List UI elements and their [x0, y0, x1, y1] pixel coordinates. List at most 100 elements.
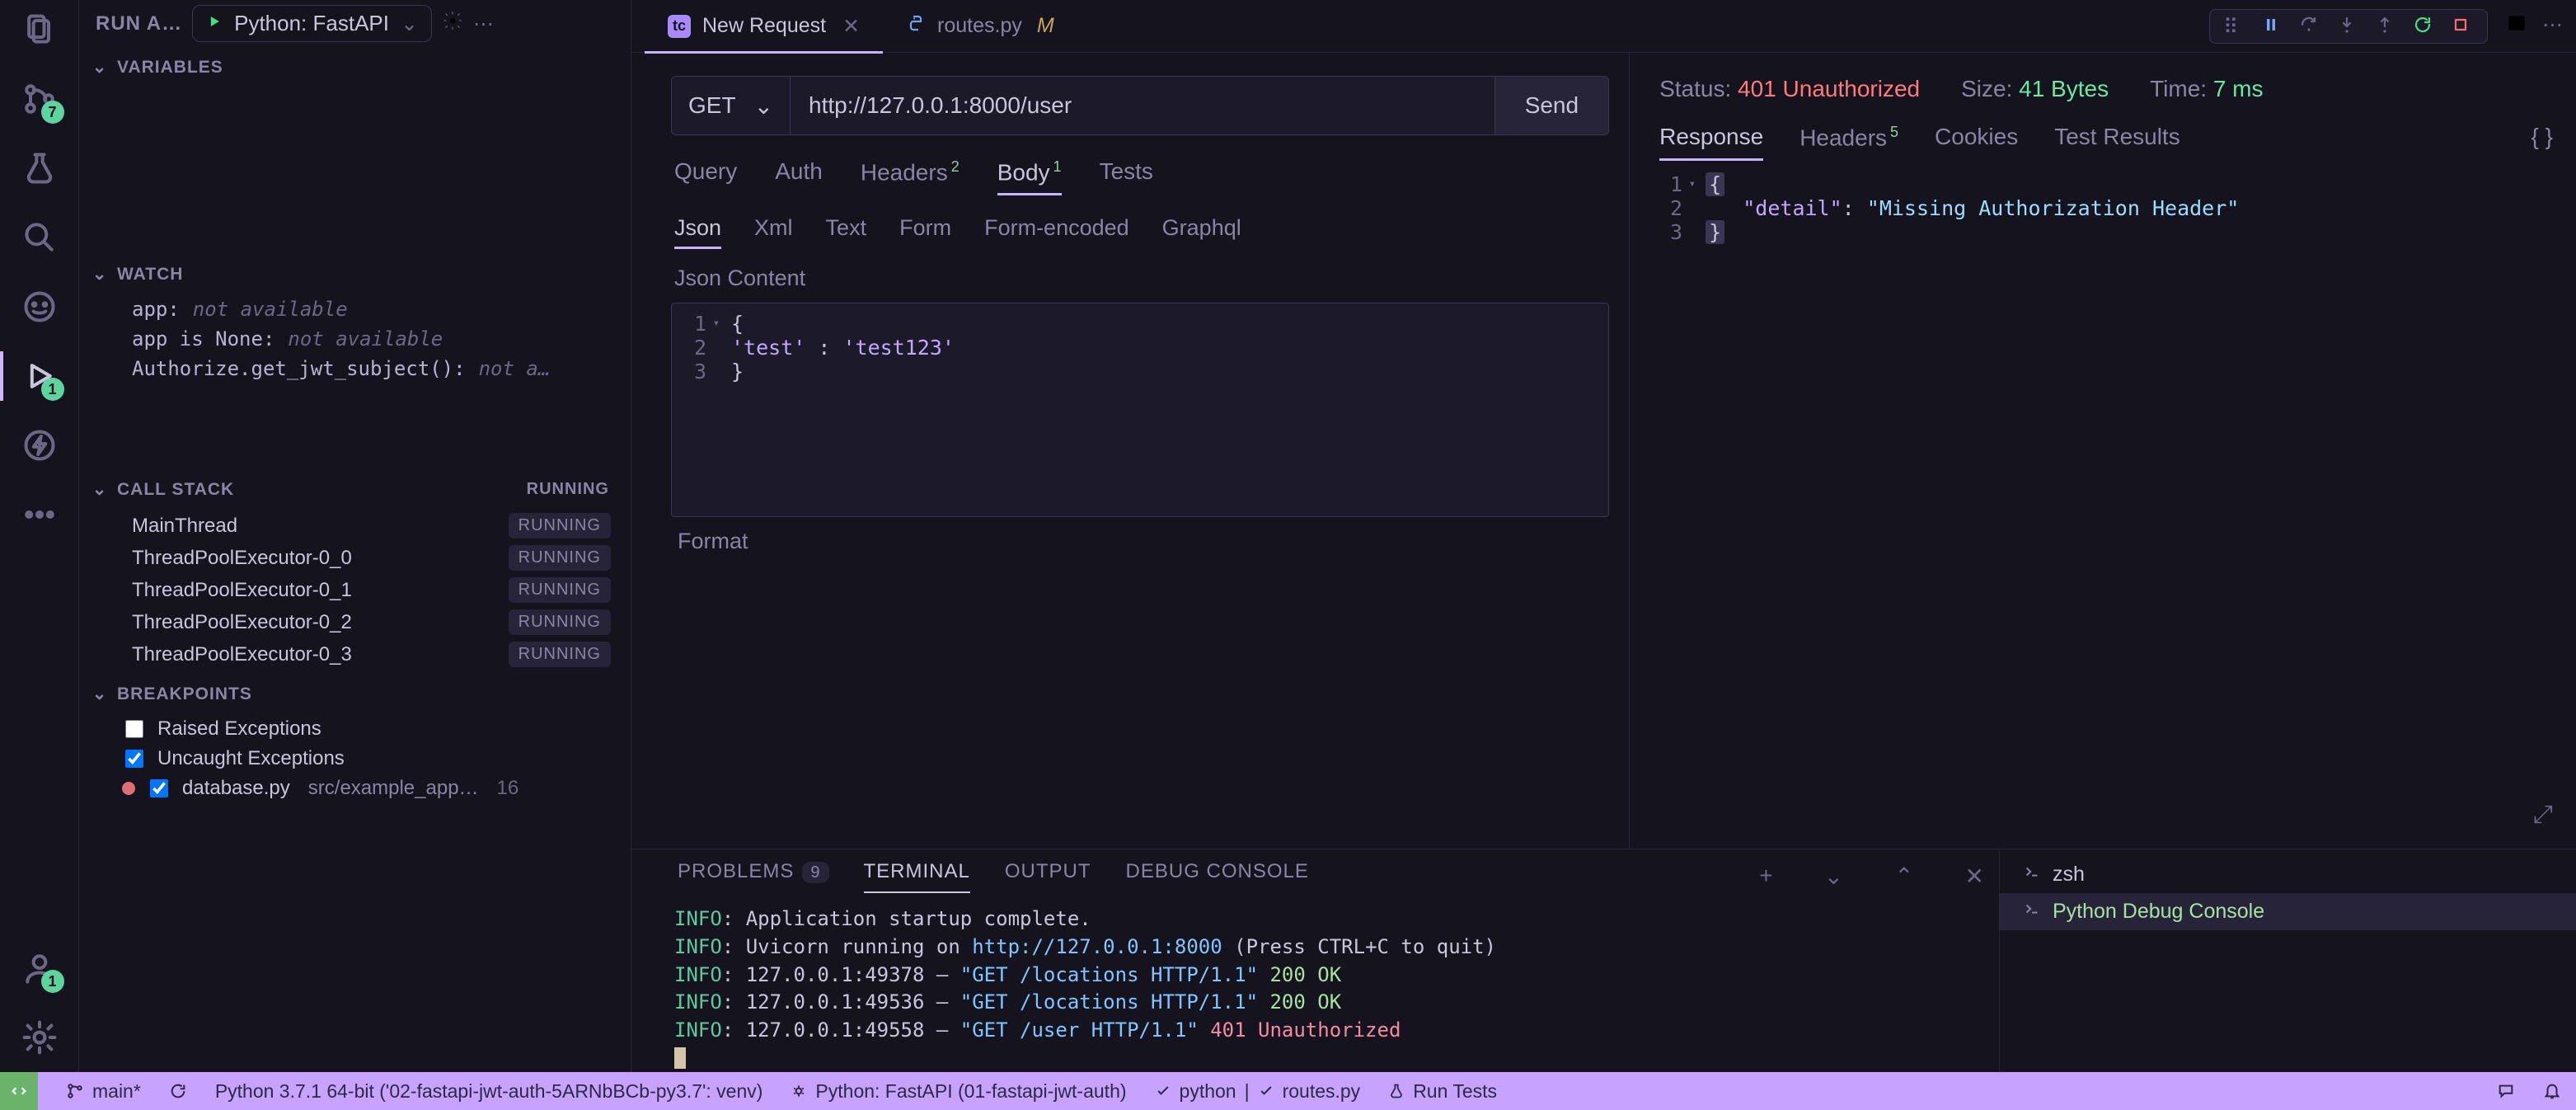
- terminal-sessions: zsh Python Debug Console: [1999, 849, 2576, 1072]
- step-out-icon[interactable]: [2375, 15, 2398, 38]
- remote-indicator[interactable]: [0, 1072, 38, 1110]
- body-type-tab[interactable]: Json: [674, 215, 721, 249]
- method-select[interactable]: GET ⌄: [671, 76, 791, 135]
- callstack-header[interactable]: ⌄ CALL STACK RUNNING: [79, 473, 631, 506]
- more-icon[interactable]: ⋯: [473, 12, 494, 36]
- restart-icon[interactable]: [2413, 15, 2436, 38]
- response-tab[interactable]: Headers5: [1799, 124, 1898, 161]
- more-icon[interactable]: ⋯: [2542, 12, 2563, 40]
- response-status-row: Status: 401 Unauthorized Size: 41 Bytes …: [1659, 76, 2553, 102]
- response-tab[interactable]: Cookies: [1935, 124, 2018, 161]
- response-pane: Status: 401 Unauthorized Size: 41 Bytes …: [1630, 53, 2576, 849]
- run-badge: 1: [41, 378, 64, 401]
- gear-icon[interactable]: [442, 10, 463, 37]
- request-tab[interactable]: Auth: [775, 158, 823, 195]
- accounts-icon[interactable]: 1: [16, 945, 63, 991]
- step-over-icon[interactable]: [2299, 15, 2322, 38]
- stop-icon[interactable]: [2451, 15, 2474, 38]
- url-input[interactable]: [791, 76, 1495, 135]
- watch-item[interactable]: app: not available: [79, 294, 631, 324]
- breakpoint-checkbox[interactable]: [150, 779, 168, 797]
- explorer-icon[interactable]: [16, 7, 63, 53]
- run-tests[interactable]: Run Tests: [1388, 1080, 1497, 1103]
- plus-icon[interactable]: +: [1751, 863, 1781, 889]
- format-link[interactable]: Format: [671, 517, 1609, 554]
- pause-icon[interactable]: [2261, 15, 2284, 38]
- run-config-select[interactable]: Python: FastAPI ⌄: [192, 5, 432, 42]
- body-type-tab[interactable]: Form-encoded: [984, 215, 1129, 249]
- body-type-tab[interactable]: Xml: [754, 215, 793, 249]
- settings-icon[interactable]: [16, 1014, 63, 1061]
- breakpoint-item[interactable]: Raised Exceptions: [79, 714, 631, 744]
- python-icon: [906, 13, 926, 39]
- panel-tab[interactable]: PROBLEMS9: [678, 860, 829, 891]
- git-branch[interactable]: main*: [66, 1080, 141, 1103]
- watch-item[interactable]: Authorize.get_jwt_subject(): not a…: [79, 354, 631, 383]
- callstack-item[interactable]: ThreadPoolExecutor-0_3RUNNING: [79, 638, 631, 670]
- breakpoint-checkbox[interactable]: [125, 720, 143, 738]
- request-tab[interactable]: Tests: [1100, 158, 1153, 195]
- request-tab[interactable]: Body1: [997, 158, 1062, 195]
- more-icon[interactable]: [16, 492, 63, 538]
- breakpoint-item[interactable]: database.pysrc/example_app…16: [79, 774, 631, 803]
- expand-icon[interactable]: ⤢: [2533, 801, 2553, 829]
- watch-item[interactable]: app is None: not available: [79, 324, 631, 354]
- body-type-tab[interactable]: Form: [899, 215, 951, 249]
- chevron-up-icon[interactable]: ⌃: [1886, 863, 1921, 890]
- terminal-output[interactable]: INFO: Application startup complete.INFO:…: [671, 902, 1999, 1072]
- response-body[interactable]: 1▾{2 "detail": "Missing Authorization He…: [1659, 172, 2553, 244]
- size-value: 41 Bytes: [2019, 76, 2109, 101]
- callstack-item[interactable]: MainThreadRUNNING: [79, 510, 631, 542]
- thunder-client-icon[interactable]: [16, 422, 63, 468]
- step-into-icon[interactable]: [2337, 15, 2360, 38]
- breakpoint-checkbox[interactable]: [125, 750, 143, 768]
- watch-header[interactable]: ⌄ WATCH: [79, 257, 631, 291]
- response-tabs: Response Headers5 Cookies Test Results { }: [1659, 102, 2553, 161]
- python-interpreter[interactable]: Python 3.7.1 64-bit ('02-fastapi-jwt-aut…: [215, 1080, 763, 1103]
- request-tab[interactable]: Headers2: [861, 158, 960, 195]
- close-icon[interactable]: ✕: [842, 14, 860, 39]
- chevron-down-icon[interactable]: ⌄: [1816, 863, 1851, 890]
- callstack-item[interactable]: ThreadPoolExecutor-0_0RUNNING: [79, 542, 631, 574]
- run-config-row: RUN A… Python: FastAPI ⌄ ⋯: [79, 0, 631, 50]
- braces-icon[interactable]: { }: [2531, 124, 2553, 161]
- panel-tab[interactable]: OUTPUT: [1005, 860, 1091, 891]
- request-tab[interactable]: Query: [674, 158, 737, 195]
- body-type-tab[interactable]: Graphql: [1162, 215, 1241, 249]
- notifications-icon[interactable]: [2543, 1082, 2561, 1100]
- sync-icon[interactable]: [169, 1082, 187, 1100]
- search-icon[interactable]: [16, 214, 63, 261]
- json-editor[interactable]: 1▾{2 'test' : 'test123'3}: [671, 303, 1609, 517]
- feedback-icon[interactable]: [2497, 1082, 2515, 1100]
- close-icon[interactable]: ✕: [1957, 863, 1992, 890]
- status-value: 401 Unauthorized: [1738, 76, 1920, 101]
- grip-icon[interactable]: ⠿: [2223, 15, 2246, 38]
- editor-area: tcNew Request✕routes.pyM ⠿: [631, 0, 2576, 1072]
- variables-header[interactable]: ⌄ VARIABLES: [79, 50, 631, 84]
- editor-tab[interactable]: routes.pyM: [883, 0, 1077, 53]
- testing-icon[interactable]: [16, 145, 63, 191]
- editor-tab-row: tcNew Request✕routes.pyM ⠿: [631, 0, 2576, 53]
- source-control-icon[interactable]: 7: [16, 76, 63, 122]
- response-tab[interactable]: Test Results: [2054, 124, 2180, 161]
- body-type-tab[interactable]: Text: [826, 215, 867, 249]
- github-icon[interactable]: [16, 284, 63, 330]
- terminal-session[interactable]: zsh: [2000, 856, 2576, 893]
- request-tabs: Query Auth Headers2 Body1 Tests: [671, 135, 1609, 195]
- breakpoint-item[interactable]: Uncaught Exceptions: [79, 744, 631, 774]
- debug-config-status[interactable]: Python: FastAPI (01-fastapi-jwt-auth): [791, 1080, 1126, 1103]
- language-status[interactable]: python | routes.py: [1155, 1080, 1361, 1103]
- breakpoints-header[interactable]: ⌄ BREAKPOINTS: [79, 677, 631, 711]
- time-value: 7 ms: [2213, 76, 2264, 101]
- callstack-item[interactable]: ThreadPoolExecutor-0_1RUNNING: [79, 574, 631, 606]
- split-editor-icon[interactable]: [2506, 12, 2527, 40]
- panel-tab[interactable]: TERMINAL: [864, 860, 970, 891]
- panel-tab[interactable]: DEBUG CONSOLE: [1126, 860, 1309, 891]
- run-debug-icon[interactable]: 1: [16, 353, 63, 399]
- send-button[interactable]: Send: [1495, 76, 1609, 135]
- terminal-session[interactable]: Python Debug Console: [2000, 893, 2576, 930]
- debug-toolbar: ⠿: [2209, 9, 2488, 44]
- editor-tab[interactable]: tcNew Request✕: [645, 0, 883, 53]
- callstack-item[interactable]: ThreadPoolExecutor-0_2RUNNING: [79, 606, 631, 638]
- response-tab[interactable]: Response: [1659, 124, 1763, 161]
